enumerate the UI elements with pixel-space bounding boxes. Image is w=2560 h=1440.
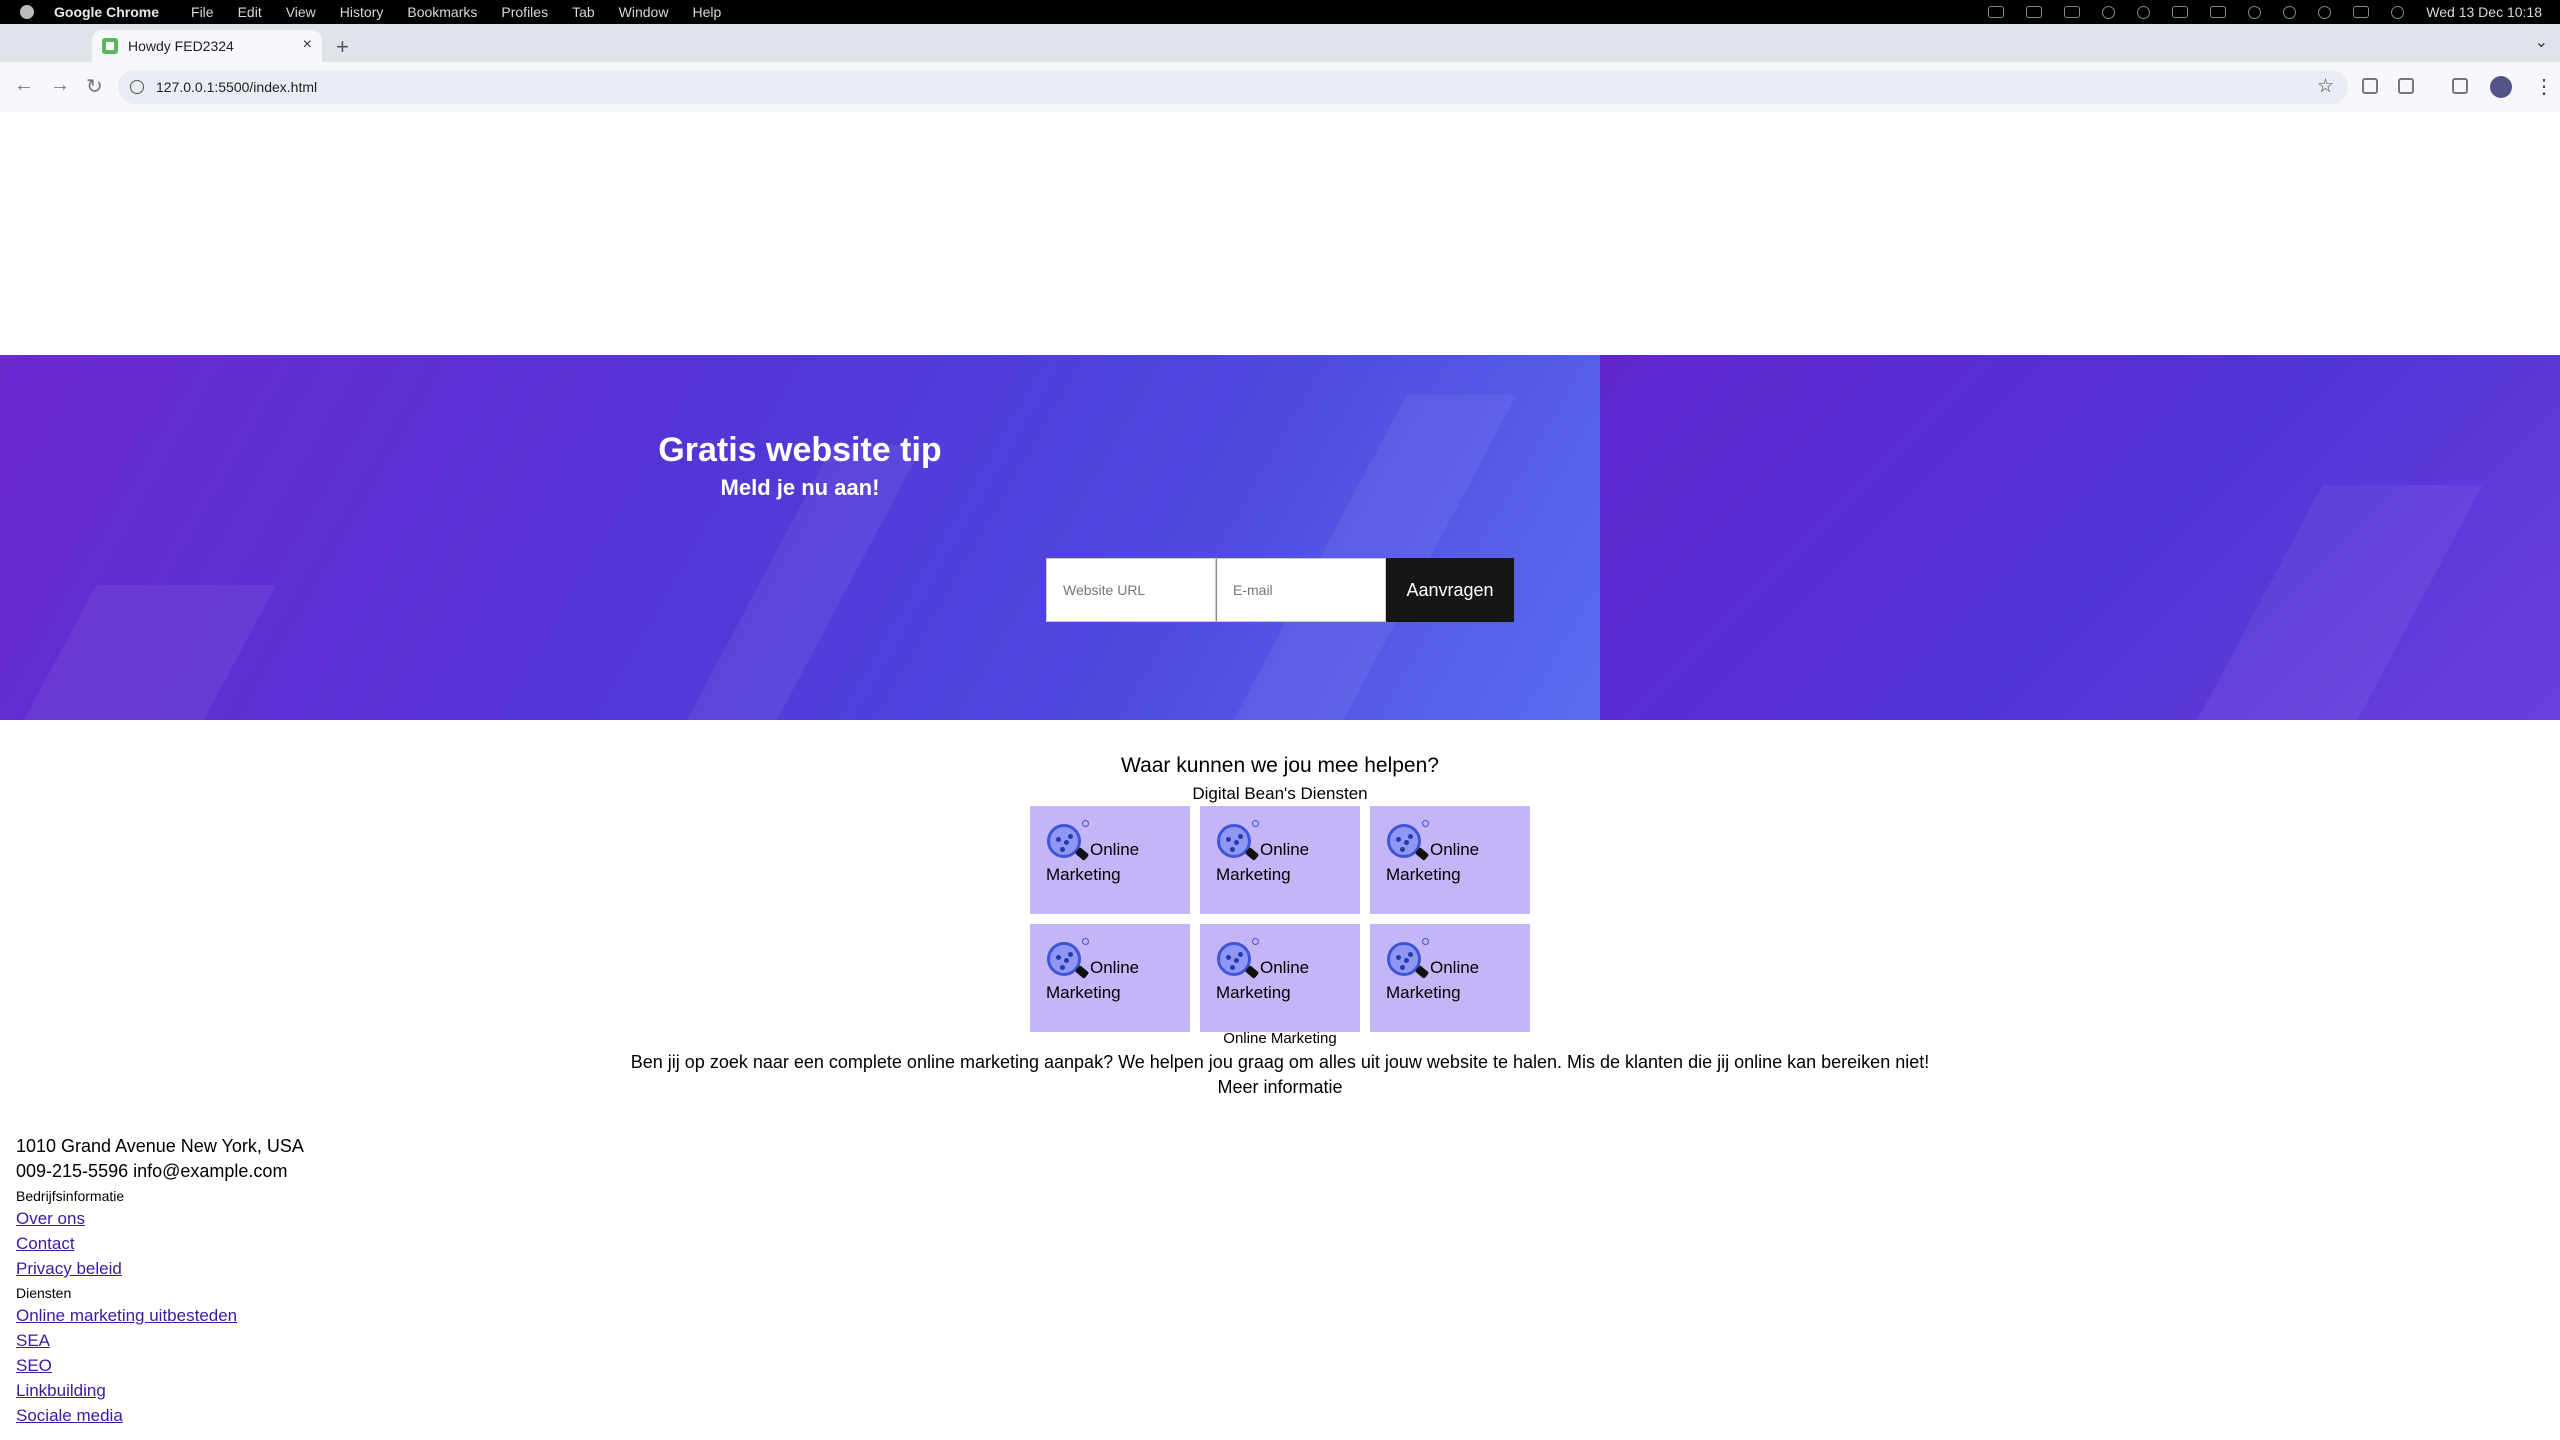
email-input[interactable] (1216, 558, 1386, 622)
browser-toolbar: ← → ↻ 127.0.0.1:5500/index.html ☆ ⋮ (0, 62, 2560, 113)
company-info-heading: Bedrijfsinformatie (16, 1188, 125, 1204)
status-area: Wed 13 Dec 10:18 (1988, 0, 2542, 24)
favicon-icon (102, 38, 118, 54)
macos-menu-bar: Google Chrome File Edit View History Boo… (0, 0, 2560, 24)
service-card[interactable]: Online Marketing (1370, 806, 1530, 914)
search-analytics-icon (1216, 820, 1260, 862)
services-heading: Waar kunnen we jou mee helpen? (1121, 754, 1439, 777)
service-card[interactable]: Online Marketing (1370, 924, 1530, 1032)
more-info-link[interactable]: Meer informatie (0, 1077, 2560, 1098)
extension-icon[interactable] (2362, 78, 2378, 94)
website-url-input[interactable] (1046, 558, 1216, 622)
service-card[interactable]: Online Marketing (1200, 806, 1360, 914)
search-analytics-icon (1386, 820, 1430, 862)
new-tab-button[interactable]: + (336, 34, 349, 60)
hero-subtitle: Meld je nu aan! (720, 475, 880, 500)
services-subheading: Digital Bean's Diensten (1192, 784, 1368, 803)
puzzle-icon[interactable] (2398, 78, 2414, 94)
weather-icon[interactable] (2102, 5, 2116, 19)
close-tab-icon[interactable]: × (303, 36, 312, 54)
tab-search-button[interactable]: ⌄ (2535, 32, 2548, 52)
menu-window[interactable]: Window (619, 4, 669, 20)
menu-bookmarks[interactable]: Bookmarks (407, 4, 477, 20)
menu-history[interactable]: History (340, 4, 384, 20)
side-panel-icon[interactable] (2452, 78, 2468, 94)
service-description: Ben jij op zoek naar een complete online… (630, 1052, 1930, 1072)
hero-title: Gratis website tip (658, 431, 942, 469)
service-card[interactable]: Online Marketing (1030, 924, 1190, 1032)
tab-strip: Howdy FED2324 × + ⌄ (0, 24, 2560, 62)
page-footer: 1010 Grand Avenue New York, USA 009-215-… (16, 1134, 304, 1428)
newsletter-hero: Gratis website tip Meld je nu aan! Aanvr… (0, 355, 2560, 720)
menu-profiles[interactable]: Profiles (501, 4, 548, 20)
service-caption: Online Marketing (1223, 1030, 1337, 1047)
browser-tab[interactable]: Howdy FED2324 × (92, 30, 322, 62)
reload-button[interactable]: ↻ (86, 74, 103, 99)
linkbuilding-link[interactable]: Linkbuilding (16, 1378, 304, 1403)
services-footer-heading: Diensten (16, 1285, 72, 1301)
moon-icon[interactable] (2137, 5, 2151, 19)
search-analytics-icon (1386, 938, 1430, 980)
contact-link[interactable]: Contact (16, 1231, 304, 1256)
back-button[interactable]: ← (14, 74, 34, 97)
tab-title: Howdy FED2324 (128, 38, 234, 54)
play-icon[interactable] (2283, 5, 2297, 19)
web-page: Gratis website tip Meld je nu aan! Aanvr… (0, 112, 2560, 1440)
address-bar[interactable]: 127.0.0.1:5500/index.html ☆ (118, 70, 2348, 104)
menu-file[interactable]: File (191, 4, 214, 20)
search-icon[interactable] (2318, 5, 2332, 19)
social-media-link[interactable]: Sociale media (16, 1403, 304, 1428)
apple-icon[interactable] (20, 5, 34, 19)
menubar-clock[interactable]: Wed 13 Dec 10:18 (2426, 4, 2542, 20)
about-link[interactable]: Over ons (16, 1206, 304, 1231)
forward-button[interactable]: → (50, 74, 70, 97)
service-card[interactable]: Online Marketing (1200, 924, 1360, 1032)
privacy-link[interactable]: Privacy beleid (16, 1256, 304, 1281)
profile-avatar[interactable] (2490, 76, 2512, 98)
cloud-icon[interactable] (1988, 6, 2005, 18)
app-menus: File Edit View History Bookmarks Profile… (167, 4, 721, 20)
display-icon[interactable] (2064, 6, 2081, 18)
bookmark-star-icon[interactable]: ☆ (2317, 75, 2334, 98)
sea-link[interactable]: SEA (16, 1328, 304, 1353)
siri-icon[interactable] (2391, 5, 2405, 19)
site-info-icon[interactable] (130, 80, 144, 94)
search-analytics-icon (1046, 938, 1090, 980)
chrome-menu-icon[interactable]: ⋮ (2534, 74, 2554, 99)
address-url[interactable]: 127.0.0.1:5500/index.html (156, 79, 317, 95)
search-analytics-icon (1216, 938, 1260, 980)
sync-icon[interactable] (2026, 6, 2043, 18)
request-button[interactable]: Aanvragen (1386, 558, 1514, 622)
app-menu-name[interactable]: Google Chrome (54, 4, 159, 20)
service-card[interactable]: Online Marketing (1030, 806, 1190, 914)
footer-contact: 009-215-5596 info@example.com (16, 1161, 288, 1181)
online-marketing-link[interactable]: Online marketing uitbesteden (16, 1303, 304, 1328)
search-analytics-icon (1046, 820, 1090, 862)
bluetooth-icon[interactable] (2172, 6, 2189, 18)
menu-help[interactable]: Help (692, 4, 721, 20)
menu-edit[interactable]: Edit (238, 4, 262, 20)
menu-view[interactable]: View (286, 4, 316, 20)
control-center-icon[interactable] (2353, 6, 2370, 18)
seo-link[interactable]: SEO (16, 1353, 304, 1378)
tip-request-form: Aanvragen (1046, 558, 1514, 622)
battery-icon[interactable] (2210, 6, 2227, 18)
wifi-icon[interactable] (2248, 5, 2262, 19)
footer-address: 1010 Grand Avenue New York, USA (16, 1136, 304, 1156)
menu-tab[interactable]: Tab (572, 4, 595, 20)
toolbar-actions: ⋮ (2360, 62, 2560, 112)
